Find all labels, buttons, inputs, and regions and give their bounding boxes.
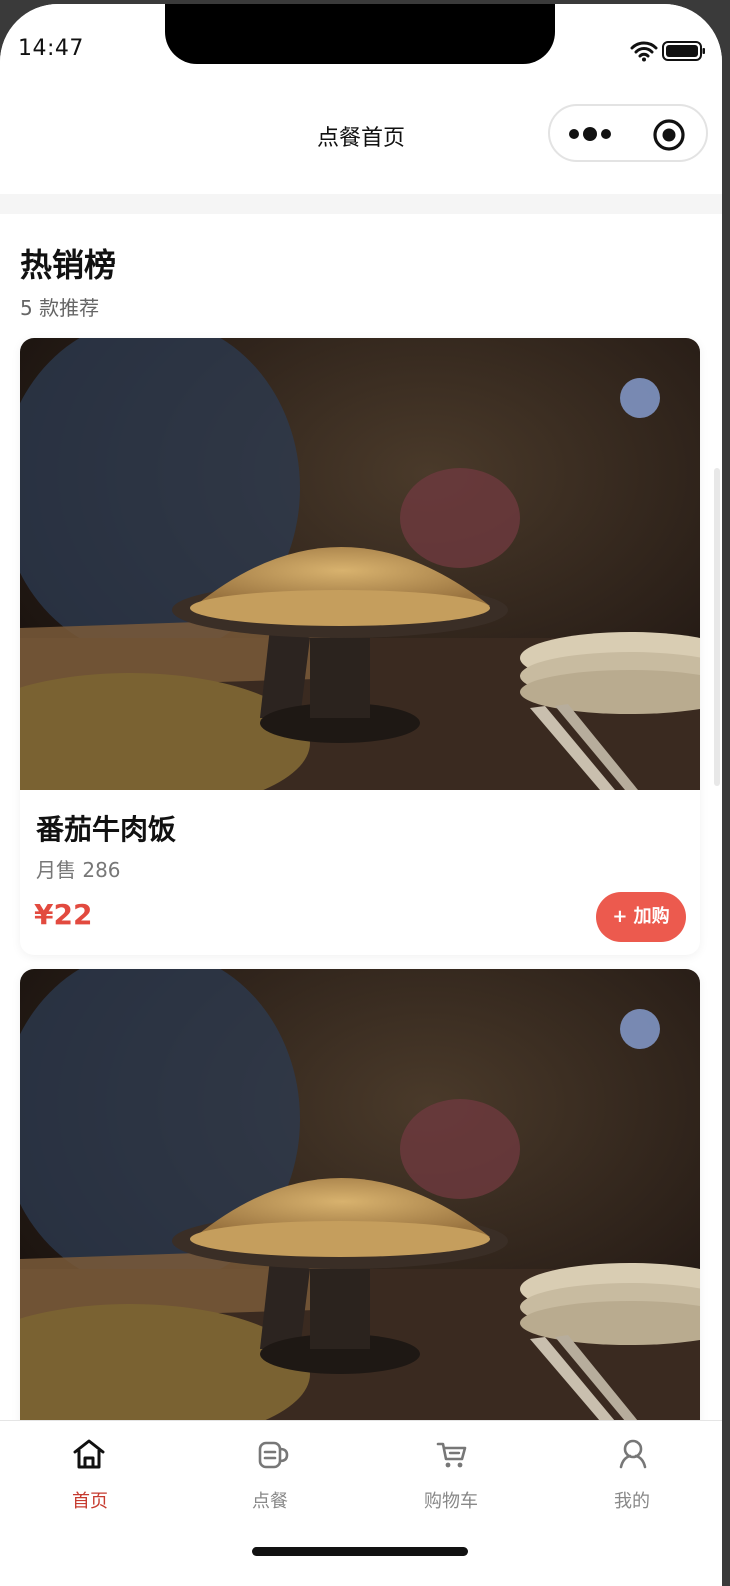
tab-order[interactable]: 点餐 bbox=[180, 1421, 360, 1541]
product-price: ¥22 bbox=[34, 898, 93, 931]
product-image bbox=[20, 969, 700, 1421]
order-icon bbox=[258, 1441, 289, 1469]
product-card[interactable]: 番茄牛肉饭 月售 286 ¥22 + 加购 bbox=[20, 338, 700, 955]
user-icon bbox=[619, 1439, 647, 1469]
tab-label-profile: 我的 bbox=[614, 1491, 650, 1512]
home-icon bbox=[73, 1439, 105, 1469]
tab-bar: 首页 点餐 购物车 我的 bbox=[0, 1420, 722, 1586]
product-name: 番茄牛肉饭 bbox=[36, 813, 177, 846]
tab-label-order: 点餐 bbox=[252, 1491, 288, 1512]
phone-screen: 14:47 点餐首页 热销榜 5 款推荐 番茄牛肉饭 月售 286 ¥22 + … bbox=[0, 4, 722, 1586]
status-bar: 14:47 bbox=[0, 4, 722, 92]
more-options-icon[interactable] bbox=[568, 124, 614, 144]
close-mini-program-icon[interactable] bbox=[652, 118, 686, 152]
product-sales: 月售 286 bbox=[36, 858, 121, 882]
section-title: 热销榜 bbox=[20, 246, 117, 284]
tab-cart[interactable]: 购物车 bbox=[361, 1421, 541, 1541]
camera-notch bbox=[165, 4, 555, 64]
tab-label-cart: 购物车 bbox=[424, 1491, 478, 1512]
status-time: 14:47 bbox=[18, 36, 84, 61]
battery-icon bbox=[662, 41, 705, 61]
navigation-bar: 点餐首页 bbox=[0, 92, 722, 194]
wifi-icon bbox=[630, 41, 658, 62]
tab-profile[interactable]: 我的 bbox=[542, 1421, 722, 1541]
product-card[interactable] bbox=[20, 969, 700, 1424]
mini-program-capsule bbox=[548, 104, 708, 162]
scrollbar[interactable] bbox=[714, 468, 720, 786]
tab-home[interactable]: 首页 bbox=[0, 1421, 180, 1541]
add-to-cart-button[interactable]: + 加购 bbox=[596, 892, 686, 942]
product-image bbox=[20, 338, 700, 790]
tab-label-home: 首页 bbox=[72, 1491, 108, 1512]
home-indicator[interactable] bbox=[252, 1547, 468, 1556]
section-subtitle: 5 款推荐 bbox=[20, 296, 100, 320]
cart-icon bbox=[436, 1442, 467, 1468]
page-content: 热销榜 5 款推荐 番茄牛肉饭 月售 286 ¥22 + 加购 bbox=[0, 214, 722, 1424]
